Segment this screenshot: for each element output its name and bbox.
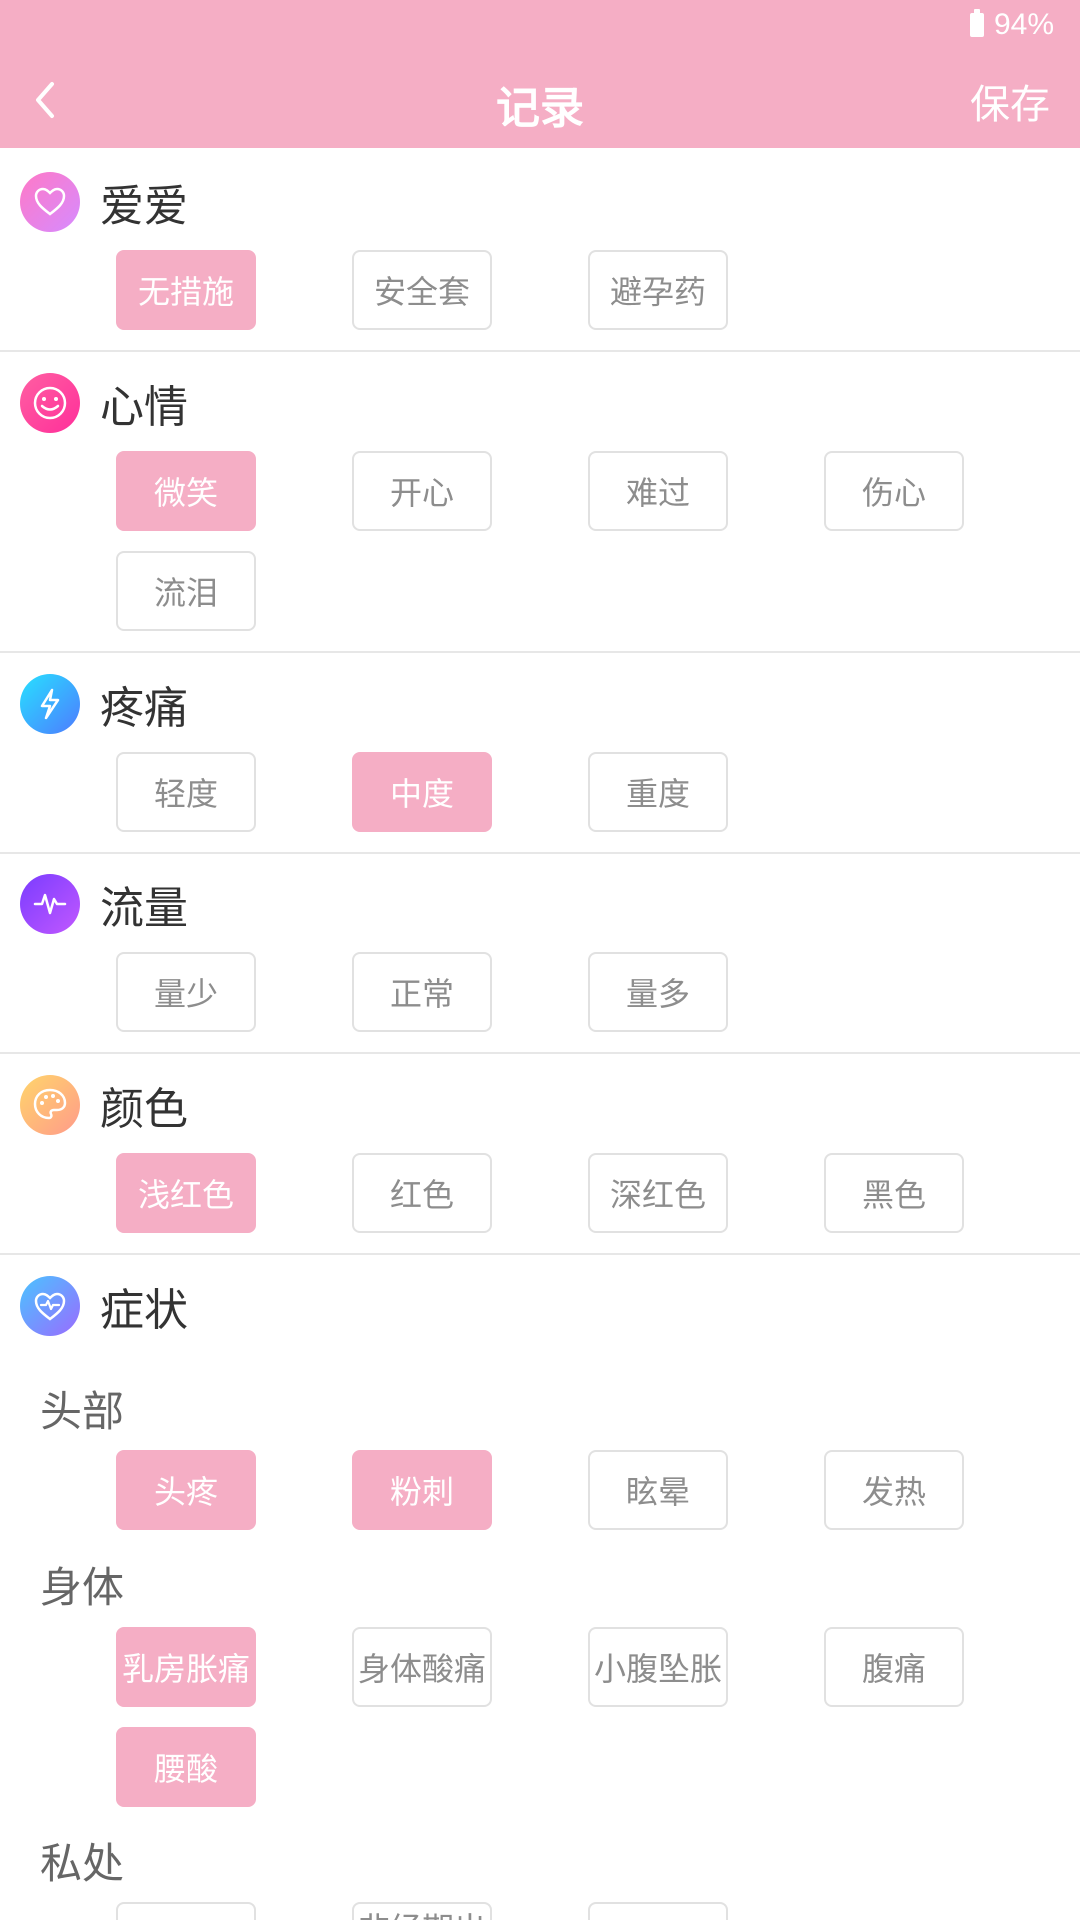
chip-body-0[interactable]: 乳房胀痛 [116,1627,256,1707]
battery-indicator: 94% [969,8,1054,42]
section-pain-title: 疼痛 [100,683,188,734]
section-flow-header: 流量 [20,872,188,936]
chip-love-1[interactable]: 安全套 [352,250,492,330]
chip-mood-4[interactable]: 流泪 [116,551,256,631]
section-mood-header: 心情 [20,371,188,435]
chip-head-1[interactable]: 粉刺 [352,1450,492,1530]
heart-icon [20,172,80,232]
chip-private-1[interactable]: 非经期出 [352,1902,492,1920]
section-mood-title: 心情 [100,382,188,433]
chip-mood-3[interactable]: 伤心 [824,451,964,531]
chip-body-4[interactable]: 腰酸 [116,1727,256,1807]
chip-flow-0[interactable]: 量少 [116,952,256,1032]
chip-mood-0[interactable]: 微笑 [116,451,256,531]
page-title: 记录 [496,83,584,134]
section-love-header: 爱爱 [20,170,188,234]
lightning-icon [20,674,80,734]
subhead-head: 头部 [40,1387,125,1436]
section-color-title: 颜色 [100,1084,188,1135]
chip-color-2[interactable]: 深红色 [588,1153,728,1233]
pulse-icon [20,874,80,934]
section-pain-header: 疼痛 [20,672,188,736]
chip-pain-2[interactable]: 重度 [588,752,728,832]
battery-icon [969,9,984,37]
divider [0,651,1080,653]
chip-private-2[interactable] [588,1902,728,1920]
chip-flow-1[interactable]: 正常 [352,952,492,1032]
chip-color-3[interactable]: 黑色 [824,1153,964,1233]
app-header: 记录 保存 [0,50,1080,148]
chip-mood-2[interactable]: 难过 [588,451,728,531]
section-flow-title: 流量 [100,883,188,934]
chip-pain-0[interactable]: 轻度 [116,752,256,832]
chip-body-3[interactable]: 腹痛 [824,1627,964,1707]
chip-body-1[interactable]: 身体酸痛 [352,1627,492,1707]
chip-flow-2[interactable]: 量多 [588,952,728,1032]
chip-color-0[interactable]: 浅红色 [116,1153,256,1233]
save-button[interactable]: 保存 [970,72,1050,130]
chip-mood-1[interactable]: 开心 [352,451,492,531]
chip-private-0[interactable] [116,1902,256,1920]
divider [0,350,1080,352]
heart-pulse-icon [20,1276,80,1336]
divider [0,1052,1080,1054]
chip-pain-1[interactable]: 中度 [352,752,492,832]
chip-color-1[interactable]: 红色 [352,1153,492,1233]
subhead-private: 私处 [40,1839,125,1888]
chip-love-2[interactable]: 避孕药 [588,250,728,330]
chip-head-3[interactable]: 发热 [824,1450,964,1530]
palette-icon [20,1075,80,1135]
chip-love-0[interactable]: 无措施 [116,250,256,330]
subhead-body: 身体 [40,1563,125,1612]
section-love-title: 爱爱 [100,181,188,232]
chip-body-2[interactable]: 小腹坠胀 [588,1627,728,1707]
divider [0,1253,1080,1255]
section-symptoms-title: 症状 [100,1285,188,1336]
chip-head-0[interactable]: 头疼 [116,1450,256,1530]
smile-icon [20,373,80,433]
status-bar: 94% [0,0,1080,50]
battery-percent: 94% [993,8,1054,41]
chip-head-2[interactable]: 眩晕 [588,1450,728,1530]
section-symptoms-header: 症状 [20,1274,188,1338]
divider [0,852,1080,854]
section-color-header: 颜色 [20,1073,188,1137]
